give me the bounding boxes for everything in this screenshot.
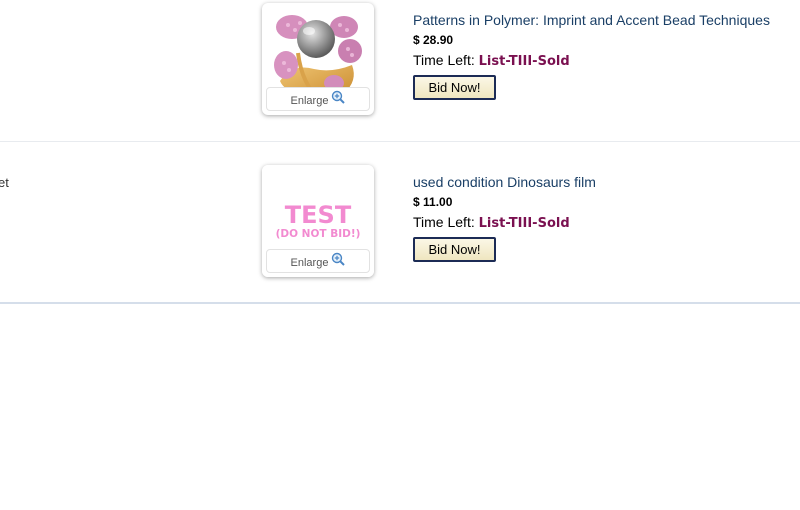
truncated-left-text: et bbox=[0, 175, 9, 190]
listing-row: Enlarge Patterns in Polymer: Imprint and… bbox=[0, 0, 800, 142]
list-divider bbox=[0, 302, 800, 304]
time-left-value: List-TIII-Sold bbox=[478, 216, 570, 231]
enlarge-label: Enlarge bbox=[290, 256, 329, 269]
item-title-link[interactable]: Patterns in Polymer: Imprint and Accent … bbox=[413, 12, 770, 29]
enlarge-button[interactable]: Enlarge bbox=[266, 87, 370, 111]
time-left-value: List-TIII-Sold bbox=[478, 54, 570, 69]
item-thumbnail-card[interactable]: Enlarge bbox=[262, 3, 374, 115]
listing-info: Patterns in Polymer: Imprint and Accent … bbox=[413, 12, 770, 100]
listing-row: et TEST (DO NOT BID!) Enlarge bbox=[0, 142, 800, 302]
item-title-link[interactable]: used condition Dinosaurs film bbox=[413, 174, 596, 191]
time-left-label: Time Left: bbox=[413, 52, 475, 68]
enlarge-button[interactable]: Enlarge bbox=[266, 249, 370, 273]
zoom-in-icon bbox=[332, 90, 346, 104]
time-left-label: Time Left: bbox=[413, 214, 475, 230]
zoom-in-icon bbox=[332, 252, 346, 266]
item-price: $ 28.90 bbox=[413, 33, 454, 47]
time-left: Time Left: List-TIII-Sold bbox=[413, 52, 770, 70]
test-image-main-text: TEST bbox=[285, 201, 352, 229]
time-left: Time Left: List-TIII-Sold bbox=[413, 214, 596, 232]
bid-now-button[interactable]: Bid Now! bbox=[413, 75, 496, 100]
item-thumbnail-card[interactable]: TEST (DO NOT BID!) Enlarge bbox=[262, 165, 374, 277]
item-price: $ 11.00 bbox=[413, 195, 453, 209]
listing-page: Enlarge Patterns in Polymer: Imprint and… bbox=[0, 0, 800, 510]
listing-info: used condition Dinosaurs film $ 11.00 Ti… bbox=[413, 174, 596, 262]
enlarge-label: Enlarge bbox=[290, 94, 329, 107]
bid-now-button[interactable]: Bid Now! bbox=[413, 237, 496, 262]
test-image-sub-text: (DO NOT BID!) bbox=[276, 228, 361, 240]
